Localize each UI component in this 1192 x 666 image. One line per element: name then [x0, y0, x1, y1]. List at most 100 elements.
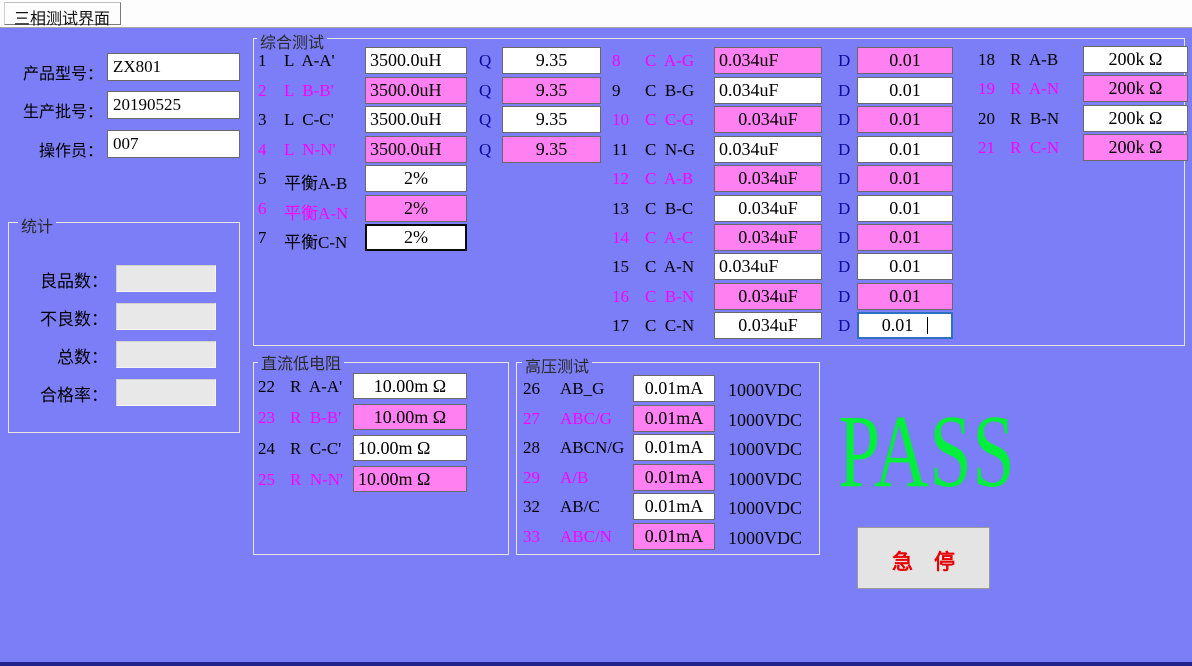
- inductance-value-field[interactable]: 3500.0uH: [365, 77, 467, 104]
- capacitance-value-field[interactable]: 0.034uF: [714, 136, 822, 163]
- test-row-number: 24: [258, 439, 275, 459]
- test-row-number: 4: [258, 140, 267, 160]
- dc-resistance-value-field[interactable]: 10.00m Ω: [353, 404, 467, 430]
- inductance-value-field[interactable]: 2%: [365, 195, 467, 222]
- test-row-number: 8: [612, 51, 621, 71]
- test-row-label: ABC/N: [560, 527, 612, 547]
- bad-count-field: [116, 303, 216, 330]
- q-value-field[interactable]: 9.35: [502, 106, 601, 133]
- test-row-number: 5: [258, 169, 267, 189]
- text-cursor: [927, 317, 928, 334]
- inductance-value-field[interactable]: 3500.0uH: [365, 136, 467, 163]
- resistance-value-field[interactable]: 200k Ω: [1083, 75, 1188, 102]
- product-model-input[interactable]: ZX801: [107, 53, 240, 81]
- hv-current-value-field[interactable]: 0.01mA: [633, 434, 715, 461]
- three-phase-test-screen: 三相测试界面 产品型号： ZX801 生产批号： 20190525 操作员： 0…: [0, 0, 1192, 666]
- inductance-value-field[interactable]: 3500.0uH: [365, 47, 467, 74]
- dc-resistance-value-field[interactable]: 10.00m Ω: [353, 435, 467, 461]
- d-label: D: [838, 199, 850, 219]
- capacitance-value-field[interactable]: 0.034uF: [714, 47, 822, 74]
- product-model-label: 产品型号：: [6, 60, 103, 84]
- inductance-value-field[interactable]: 2%: [365, 165, 467, 192]
- test-row-label: C B-G: [645, 81, 694, 101]
- capacitance-value-field[interactable]: 0.034uF: [714, 165, 822, 192]
- q-label: Q: [479, 81, 491, 101]
- d-value-field[interactable]: 0.01: [857, 283, 953, 310]
- batch-number-label: 生产批号：: [6, 98, 103, 122]
- d-label: D: [838, 110, 850, 130]
- test-row-number: 23: [258, 408, 275, 428]
- test-row-number: 29: [523, 468, 540, 488]
- hv-current-value-field[interactable]: 0.01mA: [633, 493, 715, 520]
- d-value-field[interactable]: 0.01: [857, 224, 953, 251]
- hv-voltage-label: 1000VDC: [728, 528, 802, 549]
- batch-number-input[interactable]: 20190525: [107, 91, 240, 119]
- q-value-field[interactable]: 9.35: [502, 136, 601, 163]
- good-count-label: 良品数：: [16, 267, 108, 292]
- test-row-label: C N-G: [645, 140, 695, 160]
- capacitance-value-field[interactable]: 0.034uF: [714, 195, 822, 222]
- test-row-label: A/B: [560, 468, 588, 488]
- d-label: D: [838, 257, 850, 277]
- pass-rate-label: 合格率：: [16, 381, 108, 406]
- test-row-number: 15: [612, 257, 629, 277]
- operator-label: 操作员：: [6, 137, 103, 161]
- good-count-field: [116, 265, 216, 292]
- test-row-label: L B-B': [284, 81, 334, 101]
- test-row-label: AB_G: [560, 379, 604, 399]
- tab-three-phase-test[interactable]: 三相测试界面: [4, 2, 121, 25]
- test-row-label: C C-G: [645, 110, 694, 130]
- test-row-number: 17: [612, 316, 629, 336]
- d-value-field[interactable]: 0.01: [857, 312, 953, 339]
- capacitance-value-field[interactable]: 0.034uF: [714, 224, 822, 251]
- test-row-number: 1: [258, 51, 267, 71]
- capacitance-value-field[interactable]: 0.034uF: [714, 312, 822, 339]
- test-row-number: 10: [612, 110, 629, 130]
- dc-resistance-value-field[interactable]: 10.00m Ω: [353, 466, 467, 492]
- test-row-number: 11: [612, 140, 628, 160]
- hv-voltage-label: 1000VDC: [728, 439, 802, 460]
- test-row-number: 16: [612, 287, 629, 307]
- capacitance-value-field[interactable]: 0.034uF: [714, 106, 822, 133]
- pass-rate-field: [116, 379, 216, 406]
- hv-current-value-field[interactable]: 0.01mA: [633, 523, 715, 550]
- operator-input[interactable]: 007: [107, 130, 240, 158]
- capacitance-value-field[interactable]: 0.034uF: [714, 253, 822, 280]
- q-value-field[interactable]: 9.35: [502, 77, 601, 104]
- hv-current-value-field[interactable]: 0.01mA: [633, 405, 715, 432]
- total-count-field: [116, 341, 216, 368]
- d-value-field[interactable]: 0.01: [857, 195, 953, 222]
- hv-current-value-field[interactable]: 0.01mA: [633, 464, 715, 491]
- test-row-number: 32: [523, 497, 540, 517]
- test-row-number: 2: [258, 81, 267, 101]
- test-row-label: AB/C: [560, 497, 600, 517]
- d-value-field[interactable]: 0.01: [857, 77, 953, 104]
- q-value-field[interactable]: 9.35: [502, 47, 601, 74]
- capacitance-value-field[interactable]: 0.034uF: [714, 283, 822, 310]
- resistance-value-field[interactable]: 200k Ω: [1083, 46, 1188, 73]
- test-row-number: 21: [978, 138, 995, 158]
- d-value-field[interactable]: 0.01: [857, 47, 953, 74]
- test-row-label: C A-C: [645, 228, 693, 248]
- d-label: D: [838, 140, 850, 160]
- test-row-label: R A-N: [1010, 79, 1059, 99]
- test-row-label: R N-N': [290, 470, 343, 490]
- inductance-value-field[interactable]: 3500.0uH: [365, 106, 467, 133]
- test-row-label: C A-N: [645, 257, 694, 277]
- test-row-number: 26: [523, 379, 540, 399]
- resistance-value-field[interactable]: 200k Ω: [1083, 134, 1188, 161]
- capacitance-value-field[interactable]: 0.034uF: [714, 77, 822, 104]
- test-row-number: 14: [612, 228, 629, 248]
- test-row-label: L A-A': [284, 51, 335, 71]
- d-label: D: [838, 81, 850, 101]
- hv-current-value-field[interactable]: 0.01mA: [633, 375, 715, 402]
- hv-test-title: 高压测试: [522, 353, 592, 377]
- emergency-stop-button[interactable]: 急 停: [857, 527, 990, 589]
- d-value-field[interactable]: 0.01: [857, 253, 953, 280]
- d-value-field[interactable]: 0.01: [857, 165, 953, 192]
- d-value-field[interactable]: 0.01: [857, 136, 953, 163]
- dc-resistance-value-field[interactable]: 10.00m Ω: [353, 373, 467, 399]
- inductance-value-field[interactable]: 2%: [365, 224, 467, 251]
- resistance-value-field[interactable]: 200k Ω: [1083, 105, 1188, 132]
- d-value-field[interactable]: 0.01: [857, 106, 953, 133]
